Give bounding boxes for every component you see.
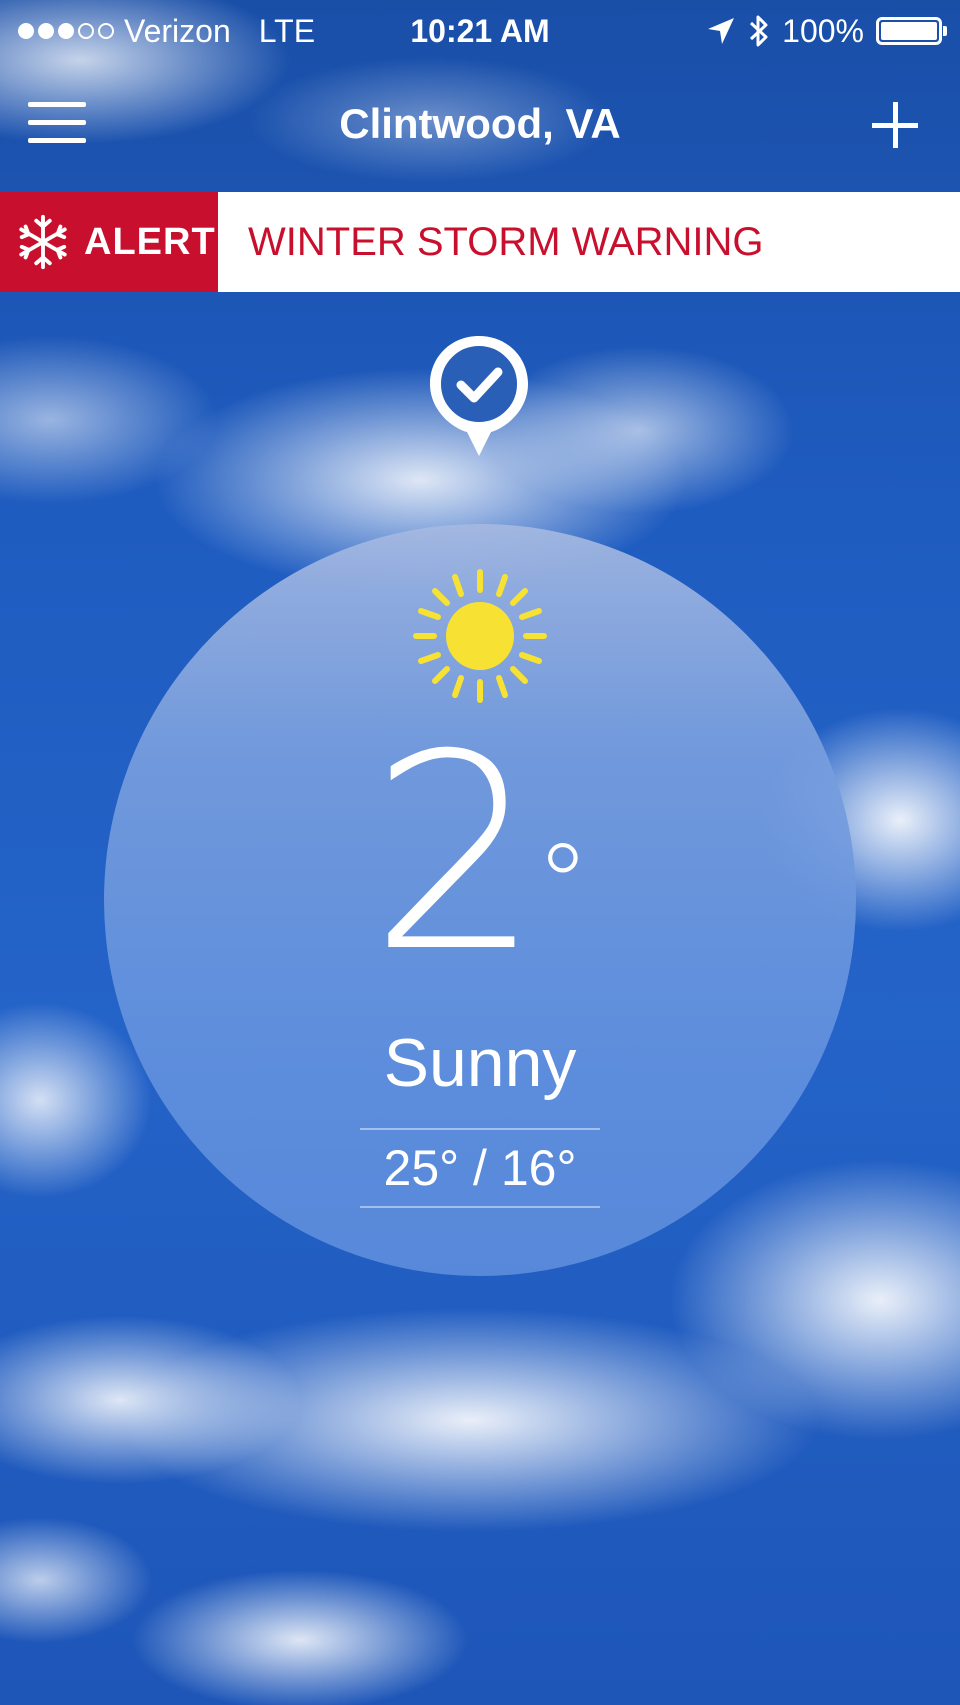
status-right: 100%	[706, 10, 947, 52]
current-temperature: 2°	[104, 704, 856, 1004]
degree-symbol: °	[535, 820, 591, 948]
high-low-temperature: 25° / 16°	[360, 1128, 600, 1208]
battery-fill	[881, 22, 937, 40]
check-pin-icon[interactable]	[424, 332, 534, 462]
bluetooth-icon	[750, 15, 768, 47]
sun-icon	[413, 569, 547, 703]
city-title[interactable]: Clintwood, VA	[0, 100, 960, 148]
add-location-button[interactable]	[868, 98, 922, 152]
current-weather-panel[interactable]: 2° Sunny 25° / 16°	[104, 524, 856, 1276]
location-arrow-icon	[708, 18, 735, 44]
nav-bar: Clintwood, VA	[0, 62, 960, 192]
weather-condition: Sunny	[383, 1025, 577, 1101]
weather-screen: Verizon LTE 10:21 AM 100% Clintwood, VA	[0, 0, 960, 1705]
status-bar: Verizon LTE 10:21 AM 100%	[0, 0, 960, 62]
temperature-value: 2	[369, 696, 542, 1011]
battery-percent: 100%	[782, 12, 864, 49]
alert-tag: ALERT	[0, 192, 218, 292]
battery-icon	[876, 17, 947, 45]
alert-tag-label: ALERT	[84, 220, 216, 263]
alert-message: WINTER STORM WARNING	[248, 219, 764, 264]
snowflake-icon	[19, 214, 67, 270]
weather-alert-banner[interactable]: ALERT WINTER STORM WARNING	[0, 192, 960, 292]
